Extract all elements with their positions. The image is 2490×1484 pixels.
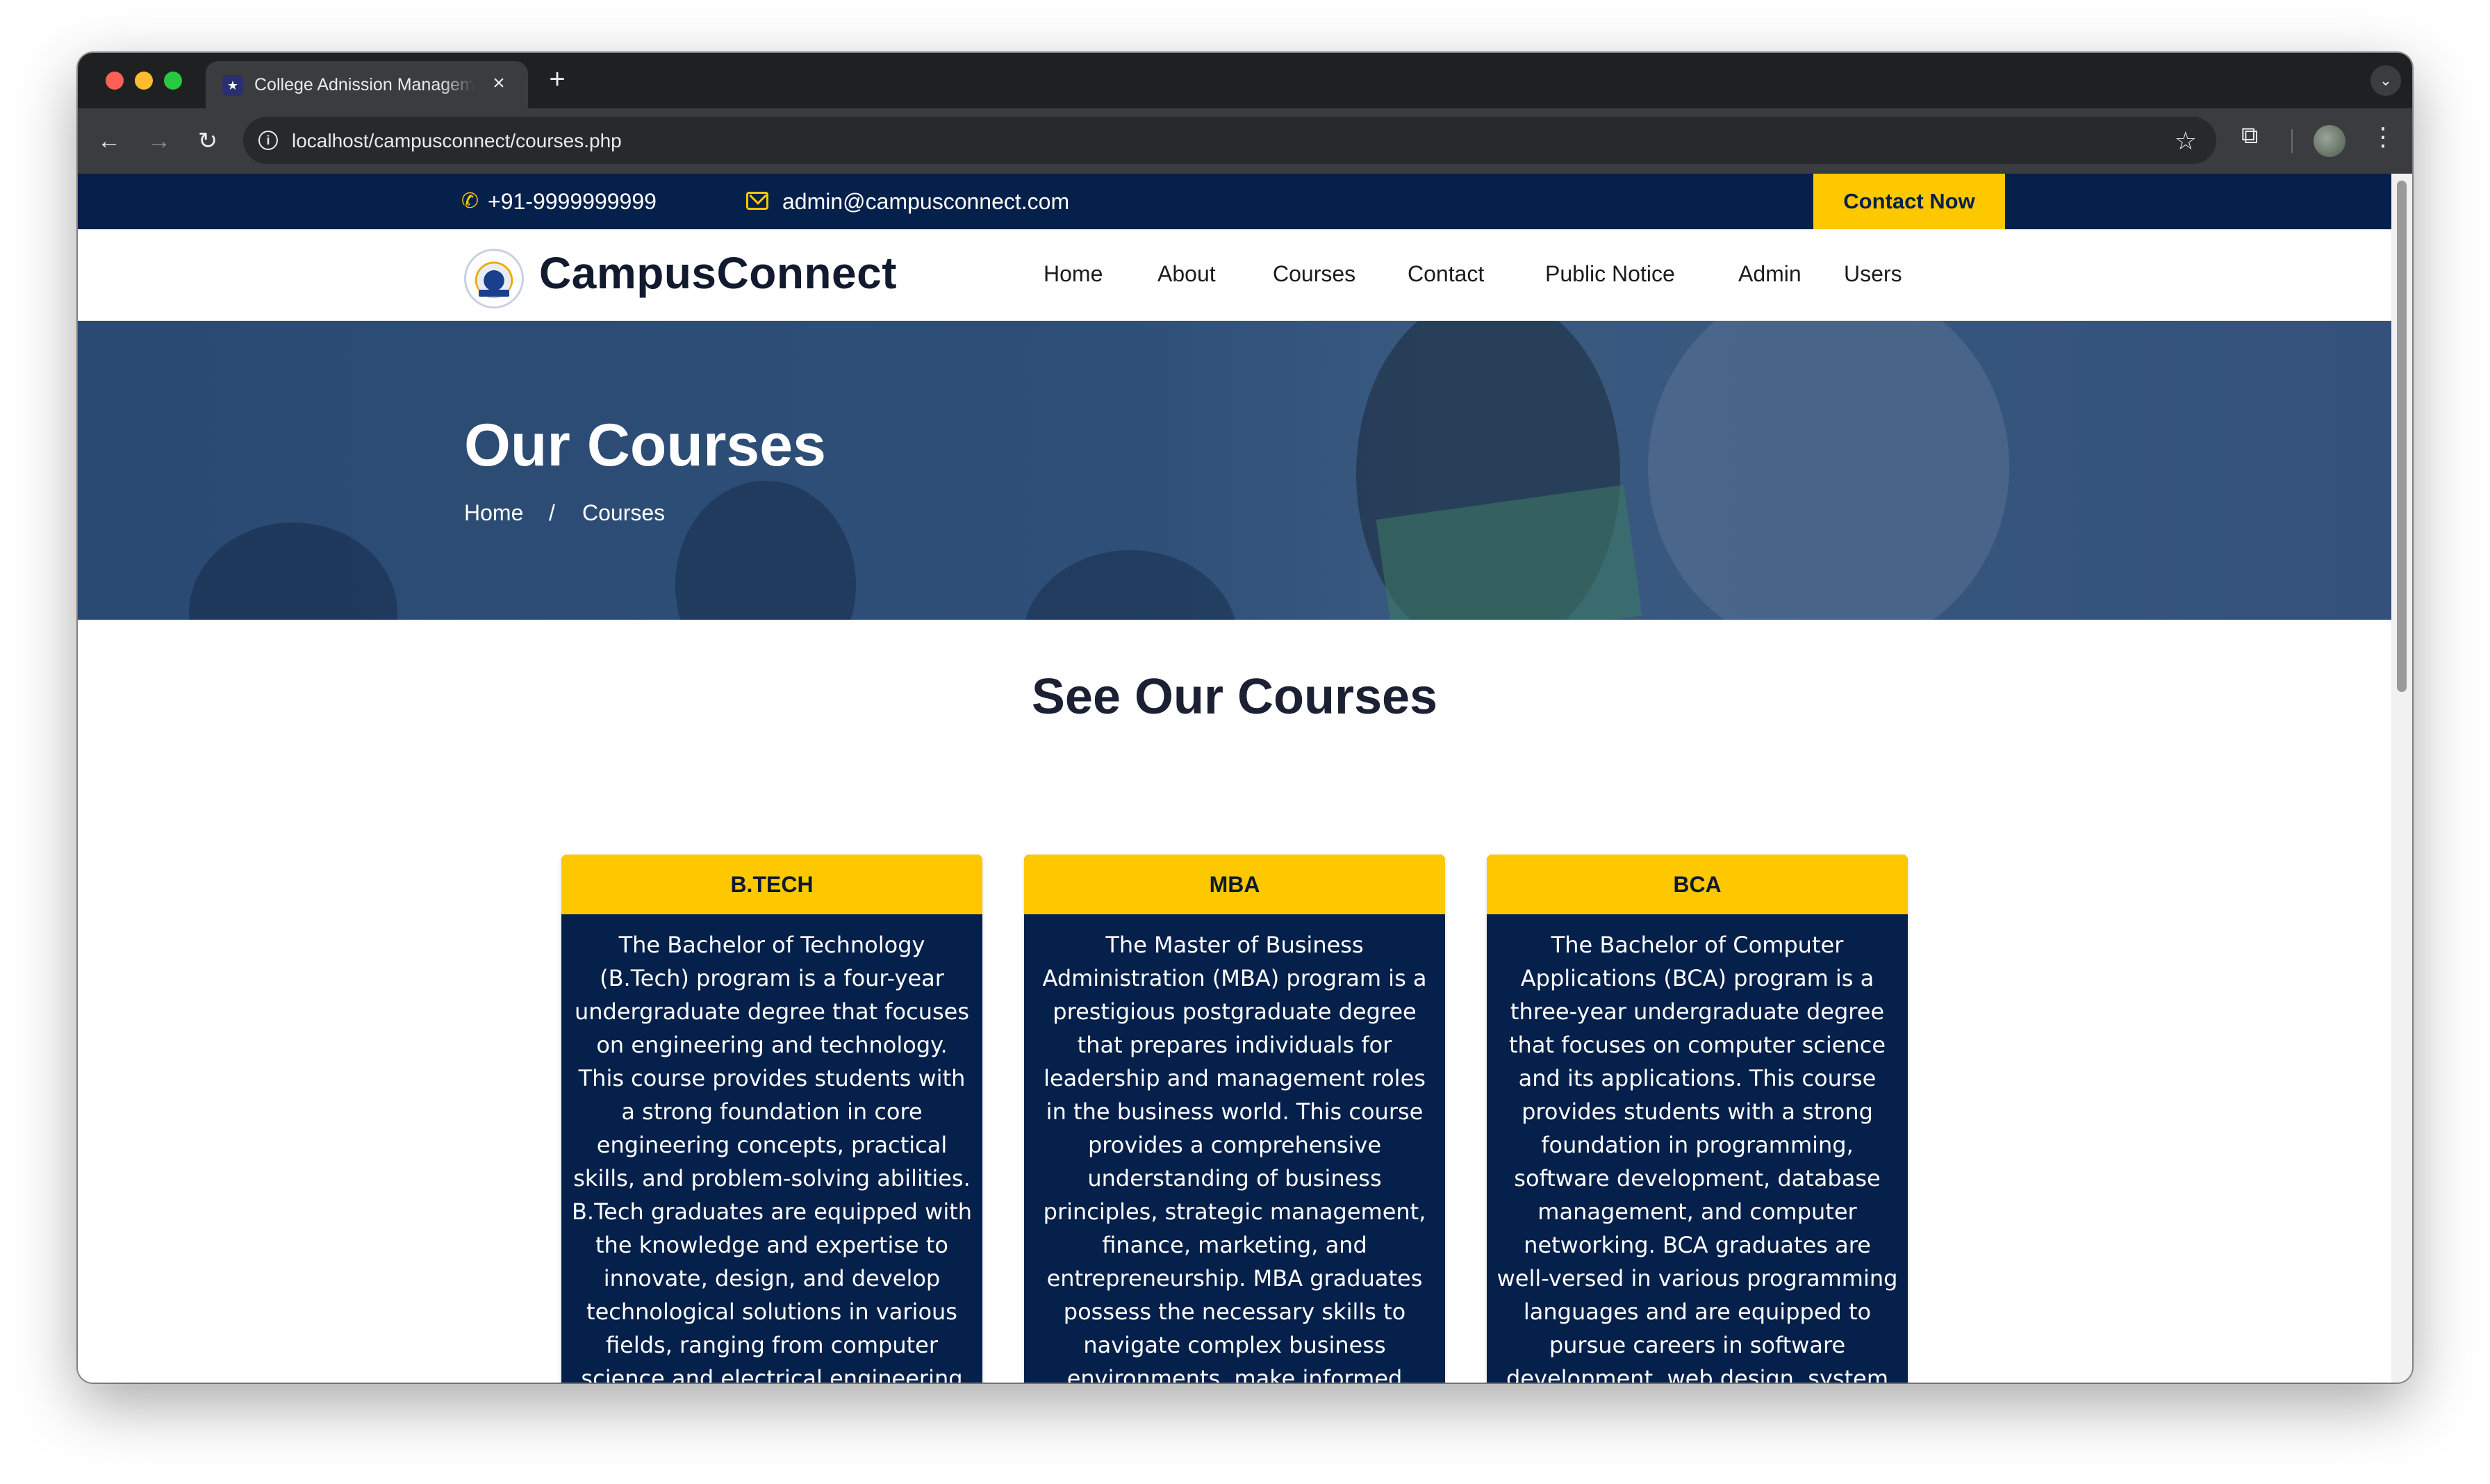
maximize-window-button[interactable] — [164, 72, 182, 90]
tab-close-icon[interactable]: × — [486, 71, 511, 96]
page-viewport: ✆ +91-9999999999 admin@campusconnect.com… — [78, 174, 2391, 1383]
page-title: Our Courses — [464, 412, 826, 479]
back-arrow-icon[interactable]: ← — [93, 125, 125, 157]
brand-name[interactable]: CampusConnect — [539, 247, 897, 299]
bookmark-star-icon[interactable]: ☆ — [2175, 126, 2197, 156]
campusconnect-logo[interactable] — [464, 249, 524, 308]
nav-about[interactable]: About — [1157, 261, 1216, 287]
course-card-mba: MBA The Master of Business Administratio… — [1024, 855, 1445, 1383]
hero-background-figure — [675, 481, 856, 620]
hero-banner: Our Courses Home / Courses — [78, 321, 2391, 620]
forward-arrow-icon[interactable]: → — [143, 125, 175, 157]
hero-background-figure — [189, 522, 397, 620]
nav-users[interactable]: Users — [1844, 261, 1902, 287]
page-scrollbar[interactable] — [2391, 174, 2412, 1383]
nav-public-notice[interactable]: Public Notice — [1545, 261, 1675, 287]
email-address[interactable]: admin@campusconnect.com — [782, 189, 1069, 215]
profile-avatar[interactable] — [2314, 125, 2345, 157]
minimize-window-button[interactable] — [135, 72, 153, 90]
reload-icon[interactable]: ↻ — [192, 125, 224, 157]
envelope-icon — [746, 192, 768, 210]
course-card-description: The Master of Business Administration (M… — [1042, 932, 1427, 1383]
tab-bar: ★ College Adnission Management × + ⌄ — [78, 53, 2412, 108]
nav-home[interactable]: Home — [1044, 261, 1103, 287]
favicon-icon: ★ — [222, 75, 243, 96]
url-text[interactable]: localhost/campusconnect/courses.php — [292, 130, 622, 152]
course-card-title: MBA — [1024, 855, 1445, 914]
browser-menu-icon[interactable]: ⋮ — [2371, 122, 2396, 151]
extensions-icon[interactable]: ⧉ — [2241, 122, 2258, 149]
nav-contact[interactable]: Contact — [1408, 261, 1484, 287]
hero-background-figure — [1023, 550, 1238, 620]
main-navbar: CampusConnect Home About Courses Contact… — [78, 229, 2391, 321]
course-card-title: BCA — [1487, 855, 1908, 914]
new-tab-button[interactable]: + — [542, 64, 572, 94]
browser-tab[interactable]: ★ College Adnission Management × — [206, 61, 528, 108]
browser-window: ★ College Adnission Management × + ⌄ ← →… — [78, 53, 2412, 1383]
contact-now-button[interactable]: Contact Now — [1813, 174, 2005, 229]
tab-title: College Adnission Management — [254, 75, 474, 94]
nav-courses[interactable]: Courses — [1273, 261, 1355, 287]
nav-admin[interactable]: Admin — [1738, 261, 1801, 287]
address-bar[interactable]: i localhost/campusconnect/courses.php ☆ — [243, 117, 2216, 164]
breadcrumb-current: Courses — [582, 500, 666, 525]
breadcrumb-separator: / — [549, 500, 555, 525]
close-window-button[interactable] — [106, 72, 124, 90]
tab-search-button[interactable]: ⌄ — [2371, 65, 2401, 96]
browser-toolbar: ← → ↻ i localhost/campusconnect/courses.… — [78, 108, 2412, 174]
toolbar-divider — [2291, 129, 2293, 153]
top-info-bar: ✆ +91-9999999999 admin@campusconnect.com… — [78, 174, 2391, 229]
course-card-btech: B.TECH The Bachelor of Technology (B.Tec… — [561, 855, 982, 1383]
breadcrumb-home[interactable]: Home — [464, 500, 523, 526]
course-card-description: The Bachelor of Technology (B.Tech) prog… — [571, 932, 973, 1383]
course-card-description: The Bachelor of Computer Applications (B… — [1497, 932, 1898, 1383]
scrollbar-thumb[interactable] — [2397, 181, 2407, 692]
hero-background-figure — [1648, 321, 2009, 620]
course-card-bca: BCA The Bachelor of Computer Application… — [1487, 855, 1908, 1383]
site-info-icon[interactable]: i — [258, 131, 278, 150]
course-card-title: B.TECH — [561, 855, 982, 914]
section-title: See Our Courses — [1031, 669, 1438, 725]
phone-icon: ✆ — [461, 190, 479, 213]
phone-number[interactable]: +91-9999999999 — [488, 189, 657, 215]
